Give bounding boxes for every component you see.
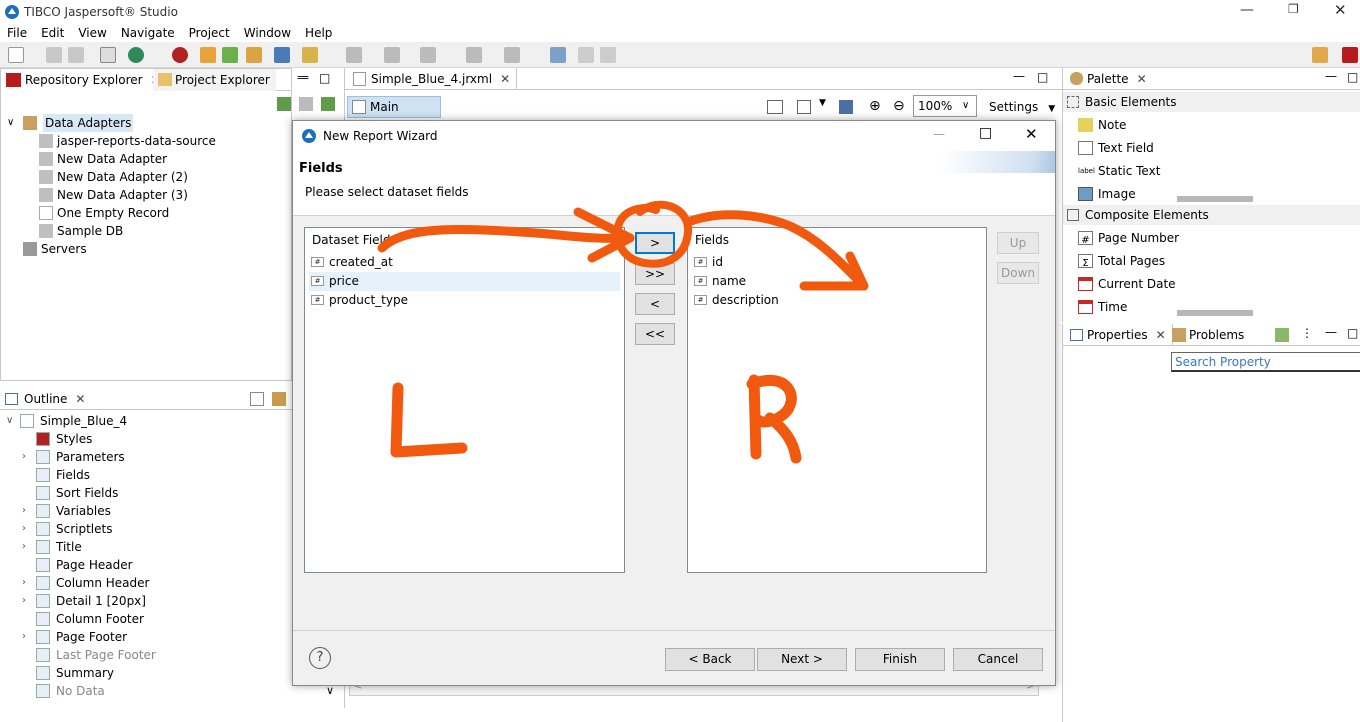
annotation-letter-l [390,382,468,458]
annotation-letter-r [746,374,802,464]
annotation-overlay [377,200,869,464]
annotation-arrow-right [683,210,867,289]
annotation-arrow-left [377,224,635,253]
